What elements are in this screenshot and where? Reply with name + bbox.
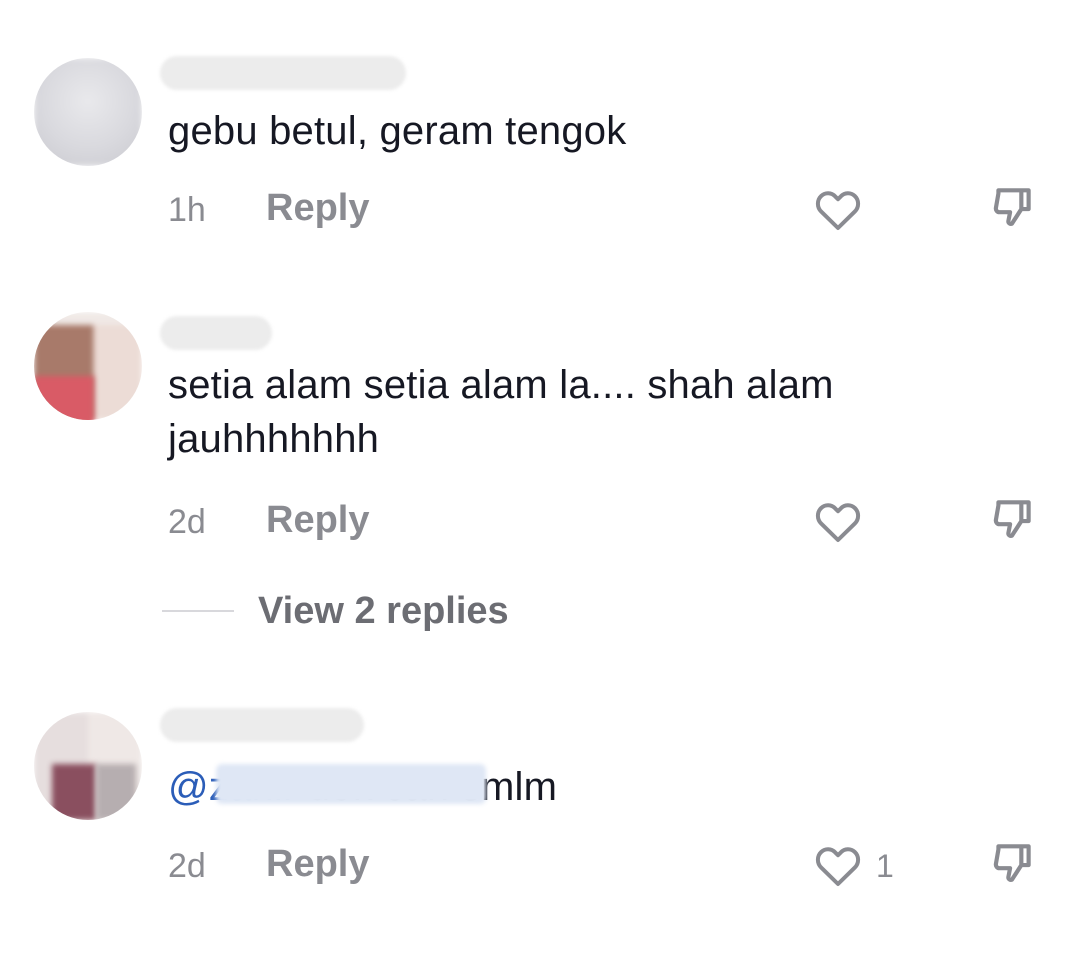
comment-text: gebu betul, geram tengok — [168, 109, 627, 153]
dislike-button[interactable] — [988, 838, 1040, 890]
username-redacted[interactable] — [160, 316, 272, 350]
dislike-button[interactable] — [988, 182, 1040, 234]
thumbs-down-icon — [993, 188, 1031, 226]
comment-time: 2d — [168, 503, 206, 541]
view-replies-button[interactable]: View 2 replies — [162, 586, 509, 636]
dislike-button[interactable] — [988, 494, 1040, 546]
heart-outline-icon — [815, 503, 861, 542]
comment-time: 2d — [168, 847, 206, 885]
like-button[interactable] — [814, 184, 870, 234]
avatar[interactable] — [34, 312, 142, 420]
avatar[interactable] — [34, 712, 142, 820]
thumbs-down-icon — [993, 844, 1031, 882]
username-redacted[interactable] — [160, 56, 406, 90]
like-button[interactable] — [814, 496, 870, 546]
like-button[interactable] — [814, 840, 870, 890]
mention-redacted — [216, 764, 486, 804]
avatar[interactable] — [34, 58, 142, 166]
divider-line — [162, 610, 234, 612]
like-count: 1 — [876, 848, 894, 884]
username-redacted[interactable] — [160, 708, 364, 742]
thumbs-down-icon — [993, 500, 1031, 538]
reply-button[interactable]: Reply — [266, 500, 369, 540]
view-replies-label: View 2 replies — [258, 589, 509, 632]
comment-time: 1h — [168, 191, 206, 229]
reply-button[interactable]: Reply — [266, 188, 369, 228]
comment-text: setia alam setia alam la.... shah alam j… — [168, 363, 834, 461]
heart-outline-icon — [815, 191, 861, 230]
reply-button[interactable]: Reply — [266, 844, 369, 884]
heart-outline-icon — [815, 847, 861, 886]
